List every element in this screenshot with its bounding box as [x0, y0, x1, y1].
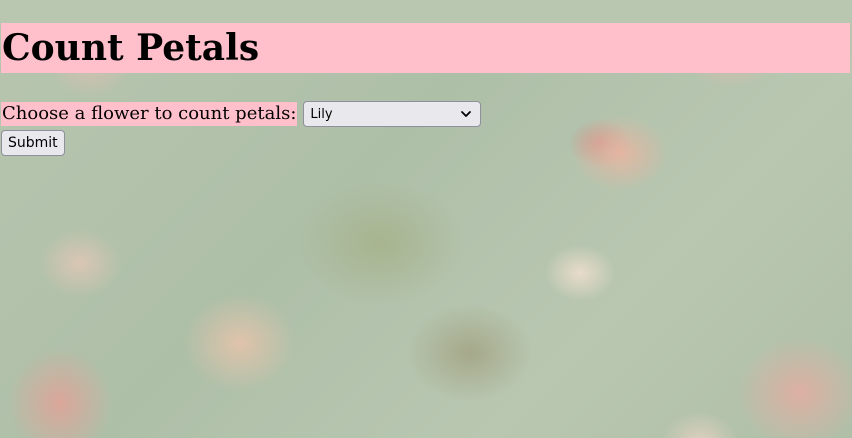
submit-button[interactable]: Submit: [1, 130, 65, 156]
page-title: Count Petals: [1, 23, 850, 73]
flower-select-label: Choose a flower to count petals:: [1, 102, 298, 126]
page-content: Count Petals Choose a flower to count pe…: [0, 23, 852, 156]
flower-select[interactable]: Lily: [303, 101, 482, 127]
flower-form-row: Choose a flower to count petals: Lily: [1, 100, 851, 128]
flower-select-value: Lily: [310, 106, 333, 122]
chevron-down-icon: [460, 108, 472, 120]
